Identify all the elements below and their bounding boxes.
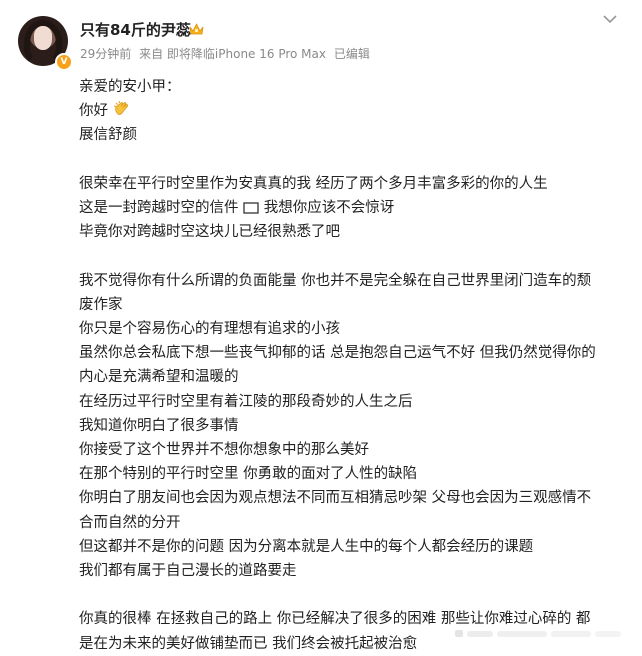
verified-badge-icon: V — [55, 53, 73, 71]
content-line: 我知道你明白了很多事情 — [79, 417, 239, 434]
weibo-post: V 只有84斤的尹蕊 29分钟前 来自 即将降临iPhone 16 Pro Ma… — [0, 0, 642, 652]
post-content: 亲爱的安小甲： 你好 展信舒颜 很荣幸在平行时空里作为安真真的我 经历了两个多月… — [79, 75, 627, 656]
content-line: 这是一封跨越时空的信件 我想你应该不会惊讶 — [79, 200, 395, 216]
content-line: 你明白了朋友间也会因为观点想法不同而互相猜忌吵架 父母也会因为三观感情不 — [79, 490, 592, 507]
edited-label[interactable]: 已编辑 — [334, 47, 370, 61]
content-line: 在那个特别的平行时空里 你勇敢的面对了人性的缺陷 — [79, 466, 418, 483]
content-line: 你好 — [79, 99, 627, 123]
username[interactable]: 只有84斤的尹蕊 — [80, 19, 191, 40]
content-line: 毕竟你对跨越时空这块儿已经很熟悉了吧 — [79, 224, 340, 241]
content-line: 我们都有属于自己漫长的道路要走 — [79, 563, 297, 580]
post-meta: 29分钟前 来自 即将降临iPhone 16 Pro Max 已编辑 — [80, 45, 374, 62]
content-line: 展信舒颜 — [79, 127, 137, 144]
post-time[interactable]: 29分钟前 — [80, 47, 131, 61]
content-line: 亲爱的安小甲： — [79, 79, 181, 95]
content-line: 很荣幸在平行时空里作为安真真的我 经历了两个多月丰富多彩的你的人生 — [79, 175, 548, 192]
chevron-down-icon[interactable] — [600, 12, 620, 26]
content-line: 虽然你总会私底下想一些丧气抑郁的话 总是抱怨自己运气不好 但我仍然觉得你的 — [79, 345, 596, 362]
expand-indicator-icon[interactable] — [455, 627, 625, 641]
content-line: 你只是个容易伤心的有理想有追求的小孩 — [79, 321, 340, 337]
clapping-hands-icon — [113, 101, 128, 116]
content-line: 你接受了这个世界并不想你想象中的那么美好 — [79, 442, 369, 459]
content-line: 在经历过平行时空里有着江陵的那段奇妙的人生之后 — [79, 393, 413, 410]
crown-icon — [189, 23, 204, 35]
content-line: 废作家 — [79, 296, 123, 313]
content-line: 内心是充满希望和温暖的 — [79, 369, 239, 386]
post-source: 来自 即将降临iPhone 16 Pro Max — [139, 47, 326, 61]
content-line: 我不觉得你有什么所谓的负面能量 你也并不是完全躲在自己世界里闭门造车的颓 — [79, 272, 592, 289]
content-line: 但这都并不是你的问题 因为分离本就是人生中的每个人都会经历的课题 — [79, 538, 534, 555]
content-line: 合而自然的分开 — [79, 514, 181, 531]
envelope-icon — [243, 202, 259, 214]
